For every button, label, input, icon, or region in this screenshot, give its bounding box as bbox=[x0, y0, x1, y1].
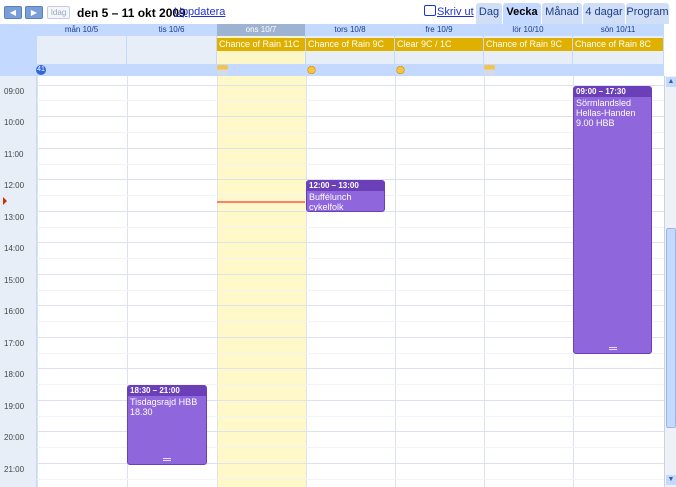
time-label: 20:00 bbox=[4, 433, 25, 442]
event-title: Buffélunch cykelfolk bbox=[309, 192, 352, 212]
hour-line bbox=[37, 148, 664, 149]
day-column-thu[interactable] bbox=[306, 76, 395, 487]
day-column-wed[interactable] bbox=[217, 76, 306, 487]
time-label: 09:00 bbox=[4, 87, 25, 96]
half-hour-line bbox=[37, 353, 664, 354]
sun-icon[interactable] bbox=[306, 65, 317, 75]
time-label: 12:00 bbox=[4, 181, 25, 190]
half-hour-line bbox=[37, 479, 664, 480]
weather-event-sun[interactable]: Chance of Rain 8C bbox=[573, 38, 663, 51]
hour-line bbox=[37, 274, 664, 275]
time-label: 14:00 bbox=[4, 244, 25, 253]
time-label: 15:00 bbox=[4, 276, 25, 285]
event-sormlandsled[interactable]: 09:00 – 17:30 Sörmlandsled Hellas-Handen… bbox=[573, 86, 652, 354]
event-title: Sörmlandsled Hellas-Handen 9.00 HBB bbox=[576, 98, 636, 128]
time-label: 17:00 bbox=[4, 339, 25, 348]
hour-line bbox=[37, 337, 664, 338]
prev-week-button[interactable]: ◀ bbox=[4, 6, 22, 19]
printer-icon bbox=[424, 5, 436, 16]
half-hour-line bbox=[37, 258, 664, 259]
event-time: 12:00 – 13:00 bbox=[307, 181, 384, 191]
resize-handle[interactable] bbox=[163, 458, 171, 461]
day-header-fri[interactable]: fre 10/9 bbox=[395, 24, 483, 36]
rain-cloud-icon[interactable] bbox=[217, 65, 228, 75]
half-hour-line bbox=[37, 321, 664, 322]
tab-month[interactable]: Månad bbox=[542, 3, 582, 24]
calendar-toolbar: ◀ ▶ Idag den 5 – 11 okt 2009 Uppdatera S… bbox=[0, 0, 676, 24]
date-range-title: den 5 – 11 okt 2009 bbox=[77, 6, 186, 20]
week-number-badge: 41 bbox=[36, 65, 46, 75]
weather-event-thu[interactable]: Chance of Rain 9C bbox=[306, 38, 394, 51]
event-title: Tisdagsrajd HBB 18.30 bbox=[130, 397, 198, 417]
next-week-button[interactable]: ▶ bbox=[25, 6, 43, 19]
weather-event-fri[interactable]: Clear 9C / 1C bbox=[395, 38, 483, 51]
current-time-marker bbox=[3, 197, 7, 205]
hour-line bbox=[37, 85, 664, 86]
weather-icon-row bbox=[0, 64, 664, 76]
allday-cell[interactable] bbox=[37, 36, 126, 64]
time-label: 21:00 bbox=[4, 465, 25, 474]
sun-icon[interactable] bbox=[395, 65, 406, 75]
tab-day[interactable]: Dag bbox=[476, 3, 502, 24]
tab-week[interactable]: Vecka bbox=[503, 3, 541, 24]
resize-handle[interactable] bbox=[608, 347, 617, 350]
event-buffelunch[interactable]: 12:00 – 13:00 Buffélunch cykelfolk bbox=[306, 180, 385, 212]
time-label: 10:00 bbox=[4, 118, 25, 127]
today-button[interactable]: Idag bbox=[47, 6, 70, 19]
half-hour-line bbox=[37, 227, 664, 228]
half-hour-line bbox=[37, 100, 664, 101]
print-label: Skriv ut bbox=[437, 6, 474, 18]
day-column-mon[interactable] bbox=[37, 76, 127, 487]
time-label: 18:00 bbox=[4, 370, 25, 379]
time-label: 19:00 bbox=[4, 402, 25, 411]
scrollbar-thumb[interactable] bbox=[666, 228, 676, 428]
weather-event-wed[interactable]: Chance of Rain 11C bbox=[217, 38, 305, 51]
time-grid[interactable]: 09:00 10:00 11:00 12:00 13:00 14:00 15:0… bbox=[0, 76, 664, 487]
scroll-down-icon[interactable]: ▼ bbox=[666, 475, 676, 485]
day-header-wed[interactable]: ons 10/7 bbox=[217, 24, 305, 36]
day-header-sun[interactable]: sön 10/11 bbox=[573, 24, 663, 36]
hour-line bbox=[37, 368, 664, 369]
day-header-sat[interactable]: lör 10/10 bbox=[484, 24, 572, 36]
time-label: 13:00 bbox=[4, 213, 25, 222]
half-hour-line bbox=[37, 290, 664, 291]
hour-line bbox=[37, 116, 664, 117]
day-header-thu[interactable]: tors 10/8 bbox=[306, 24, 394, 36]
refresh-link[interactable]: Uppdatera bbox=[174, 6, 225, 18]
time-label: 16:00 bbox=[4, 307, 25, 316]
half-hour-line bbox=[37, 164, 664, 165]
calendar-window: ◀ ▶ Idag den 5 – 11 okt 2009 Uppdatera S… bbox=[0, 0, 676, 487]
day-column-fri[interactable] bbox=[395, 76, 484, 487]
day-column-sat[interactable] bbox=[484, 76, 573, 487]
allday-cell[interactable] bbox=[127, 36, 216, 64]
day-header-tue[interactable]: tis 10/6 bbox=[127, 24, 216, 36]
day-header-mon[interactable]: mån 10/5 bbox=[37, 24, 126, 36]
event-time: 09:00 – 17:30 bbox=[574, 87, 651, 97]
current-time-line bbox=[217, 201, 305, 203]
vertical-scrollbar[interactable]: ▲ ▼ bbox=[664, 76, 676, 487]
event-time: 18:30 – 21:00 bbox=[128, 386, 206, 396]
hour-line bbox=[37, 305, 664, 306]
tab-4-days[interactable]: 4 dagar bbox=[583, 3, 625, 24]
rain-cloud-icon[interactable] bbox=[484, 65, 495, 75]
scroll-up-icon[interactable]: ▲ bbox=[666, 77, 676, 87]
half-hour-line bbox=[37, 132, 664, 133]
weather-event-sat[interactable]: Chance of Rain 9C bbox=[484, 38, 572, 51]
event-tisdagsrajd[interactable]: 18:30 – 21:00 Tisdagsrajd HBB 18.30 bbox=[127, 385, 207, 465]
hour-line bbox=[37, 242, 664, 243]
print-link[interactable]: Skriv ut bbox=[424, 5, 474, 18]
time-label: 11:00 bbox=[4, 150, 24, 159]
tab-agenda[interactable]: Program bbox=[626, 3, 669, 24]
